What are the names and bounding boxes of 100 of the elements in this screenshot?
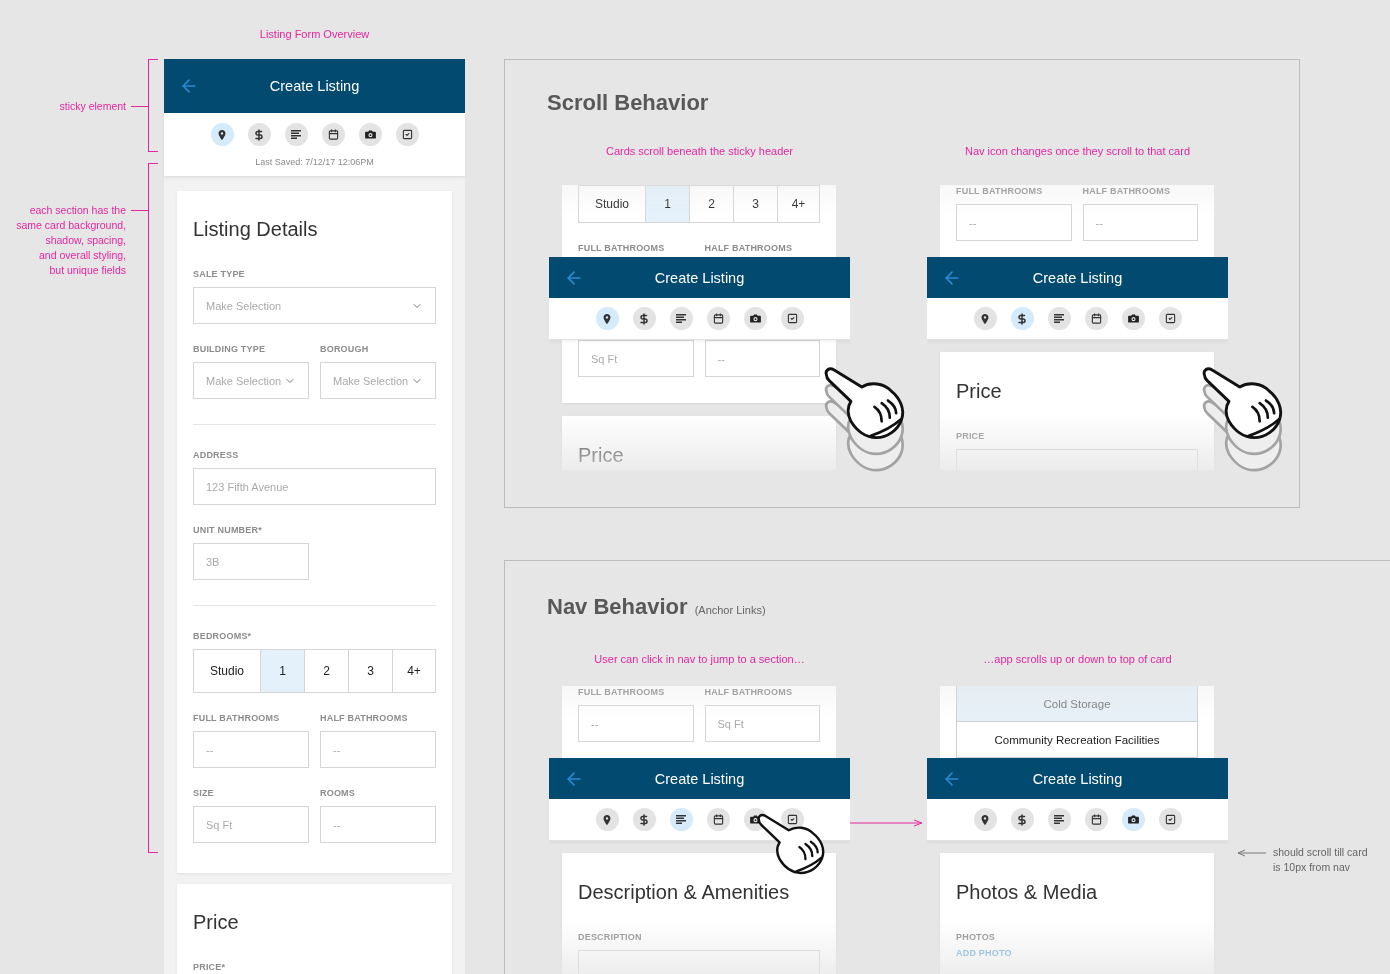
text-field[interactable]: Sq Ft — [578, 340, 694, 377]
section-nav-button[interactable] — [706, 307, 730, 330]
section-nav-button[interactable] — [1047, 808, 1071, 831]
field-label: SALE TYPE — [193, 268, 245, 280]
section-nav-button[interactable] — [743, 307, 767, 330]
annotation-caption: …app scrolls up or down to top of card — [983, 653, 1172, 666]
section-nav-button[interactable] — [1158, 307, 1182, 330]
card-title: Price — [956, 379, 1002, 404]
section-nav-button[interactable] — [321, 123, 345, 146]
text-field[interactable]: -- — [956, 204, 1072, 241]
text-field[interactable]: 123 Fifth Avenue — [193, 468, 436, 505]
calendar-icon — [327, 129, 339, 140]
section-nav-button[interactable] — [632, 808, 656, 831]
text-field[interactable]: -- — [1082, 204, 1198, 241]
overview-title: Listing Form Overview — [259, 28, 370, 41]
field-label: HALF BATHROOMS — [320, 712, 408, 724]
section-nav-button[interactable] — [1010, 307, 1034, 330]
section-nav-button[interactable] — [1010, 808, 1034, 831]
section-nav-button[interactable] — [1158, 808, 1182, 831]
field-label: PHOTOS — [956, 931, 996, 943]
text-field[interactable]: -- — [320, 806, 436, 843]
text-lines-icon — [1054, 314, 1064, 323]
section-nav-button[interactable] — [247, 123, 271, 146]
map-pin-icon — [981, 814, 989, 825]
field-label: BOROUGH — [320, 343, 369, 355]
section-nav-button[interactable] — [669, 808, 693, 831]
text-field[interactable]: -- — [320, 731, 436, 768]
map-pin-icon — [981, 313, 989, 324]
dollar-icon — [638, 312, 650, 325]
section-nav-button[interactable] — [595, 808, 619, 831]
card-title: Price — [193, 910, 239, 935]
field-label: PRICE — [956, 430, 985, 442]
camera-icon — [1127, 314, 1139, 323]
field-label: FULL BATHROOMS — [956, 185, 1043, 197]
checkbox-icon — [786, 313, 798, 324]
annotation-caption: Nav icon changes once they scroll to that card — [965, 145, 1190, 158]
section-nav-button[interactable] — [1084, 808, 1108, 831]
dollar-icon — [253, 128, 265, 141]
section-nav-button[interactable] — [973, 307, 997, 330]
text-field[interactable]: -- — [578, 705, 694, 742]
camera-icon — [364, 130, 376, 139]
section-nav-button[interactable] — [632, 307, 656, 330]
dollar-icon — [638, 813, 650, 826]
section-nav-button[interactable] — [780, 307, 804, 330]
section-nav-button[interactable] — [395, 123, 419, 146]
section-nav-button[interactable] — [1084, 307, 1108, 330]
annotation-text: each section has the same card background, shadow, spacing, and overall styling, but unique fields — [16, 203, 126, 278]
dollar-icon — [1016, 813, 1028, 826]
camera-icon — [749, 314, 761, 323]
field-label: HALF BATHROOMS — [704, 686, 793, 698]
last-saved-text: Last Saved: 7/12/17 12:06PM — [255, 156, 374, 168]
section-nav-button[interactable] — [973, 808, 997, 831]
text-field[interactable]: Sq Ft — [704, 705, 820, 742]
calendar-icon — [712, 313, 724, 324]
text-field[interactable]: -- — [193, 731, 309, 768]
field-label: HALF BATHROOMS — [1082, 185, 1171, 197]
text-lines-icon — [291, 130, 301, 139]
map-pin-icon — [603, 814, 611, 825]
section-nav-button[interactable] — [669, 307, 693, 330]
text-field[interactable]: Sq Ft — [193, 806, 309, 843]
field-label: ROOMS — [320, 787, 355, 799]
section-nav-button[interactable] — [358, 123, 382, 146]
checkbox-icon — [1164, 814, 1176, 825]
annotation-caption: Cards scroll beneath the sticky header — [605, 145, 794, 158]
field-label: FULL BATHROOMS — [193, 712, 280, 724]
segment-button[interactable]: 1 — [260, 650, 304, 692]
section-nav-button[interactable] — [706, 808, 730, 831]
text-lines-icon — [676, 314, 686, 323]
leader-line — [131, 106, 148, 107]
calendar-icon — [1090, 814, 1102, 825]
annotation-text: sticky element — [59, 99, 126, 114]
field-label: UNIT NUMBER* — [193, 524, 262, 536]
segment-button[interactable]: 1 — [645, 186, 689, 222]
section-nav-button[interactable] — [595, 307, 619, 330]
field-label: SIZE — [193, 787, 214, 799]
dollar-icon — [1016, 312, 1028, 325]
camera-icon — [1127, 815, 1139, 824]
header-title: Create Listing — [654, 268, 745, 287]
section-nav-button[interactable] — [1121, 307, 1145, 330]
annotation-caption: User can click in nav to jump to a section… — [594, 653, 805, 666]
map-pin-icon — [218, 129, 226, 140]
section-nav-button[interactable] — [1121, 808, 1145, 831]
leader-line — [131, 210, 148, 211]
card-title: Photos & Media — [956, 880, 1098, 905]
note-arrow — [1237, 849, 1266, 857]
text-field[interactable]: -- — [704, 340, 820, 377]
text-lines-icon — [676, 815, 686, 824]
text-lines-icon — [1054, 815, 1064, 824]
map-pin-icon — [603, 313, 611, 324]
section-nav-button[interactable] — [284, 123, 308, 146]
card-title: Description & Amenities — [578, 880, 790, 905]
section-nav-button[interactable] — [210, 123, 234, 146]
field-label: FULL BATHROOMS — [578, 686, 665, 698]
field-label: BEDROOMS* — [193, 630, 252, 642]
section-nav-button[interactable] — [1047, 307, 1071, 330]
text-field[interactable]: 3B — [193, 543, 309, 580]
panel-title: Nav Behavior — [547, 593, 688, 621]
calendar-icon — [712, 814, 724, 825]
field-label: PRICE* — [193, 961, 226, 973]
field-label: FULL BATHROOMS — [578, 242, 665, 254]
